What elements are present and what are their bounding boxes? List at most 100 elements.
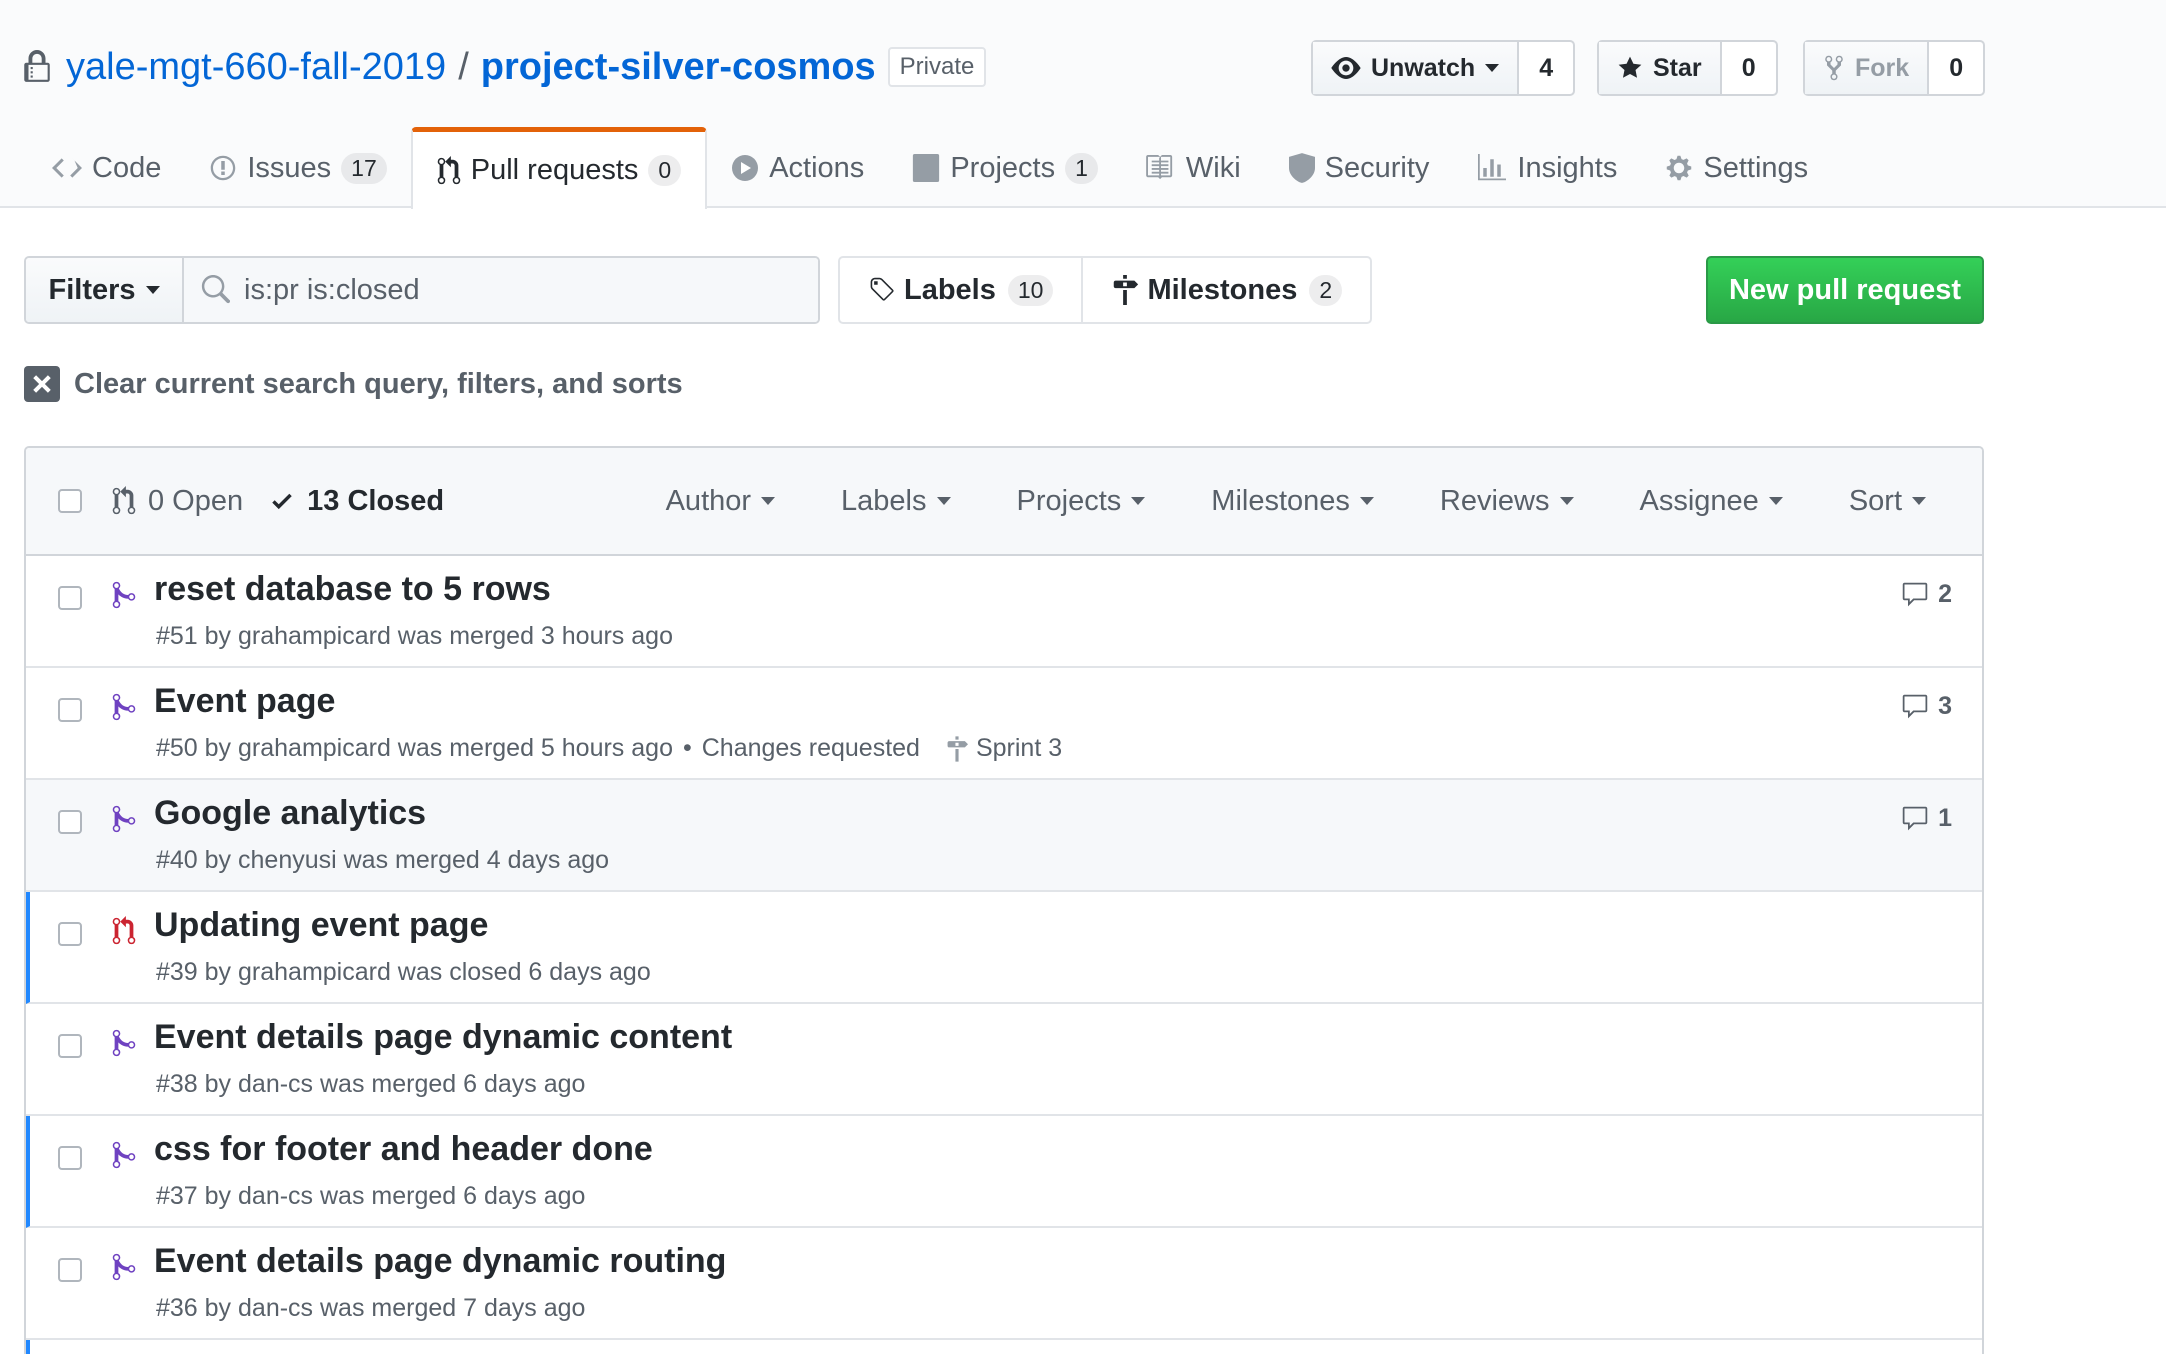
tab-settings[interactable]: Settings xyxy=(1641,128,1832,208)
watch-group: Unwatch 4 xyxy=(1311,40,1576,96)
filters-dropdown-button[interactable]: Filters xyxy=(26,258,184,322)
tab-security[interactable]: Security xyxy=(1265,128,1454,208)
pr-title-link[interactable]: Event details page dynamic content xyxy=(154,1018,732,1057)
row-checkbox[interactable] xyxy=(58,1258,82,1282)
review-status-link[interactable]: Changes requested xyxy=(702,734,920,763)
tab-actions-label: Actions xyxy=(769,151,865,184)
search-icon xyxy=(201,275,230,304)
table-row: Event details page dynamic routing #36 b… xyxy=(26,1228,1982,1340)
milestones-filter-dropdown[interactable]: Milestones xyxy=(1211,485,1374,518)
reviews-filter-dropdown[interactable]: Reviews xyxy=(1440,485,1574,518)
private-badge: Private xyxy=(887,47,987,87)
comment-icon xyxy=(1902,694,1928,718)
row-checkbox[interactable] xyxy=(58,1034,82,1058)
pr-meta-text: #51 by grahampicard was merged 3 hours a… xyxy=(156,622,673,650)
tab-settings-label: Settings xyxy=(1703,151,1809,184)
milestone-link[interactable]: Sprint 3 xyxy=(946,734,1062,763)
milestone-icon xyxy=(1114,275,1139,305)
search-field xyxy=(184,258,818,322)
code-icon xyxy=(52,158,82,178)
git-merge-icon xyxy=(112,805,136,833)
closed-filter-link[interactable]: 13 Closed xyxy=(269,485,444,518)
forks-count[interactable]: 0 xyxy=(1929,42,1983,94)
tab-issues[interactable]: Issues 17 xyxy=(185,128,410,208)
open-count-label: 0 Open xyxy=(148,484,244,517)
lock-icon xyxy=(24,50,50,82)
git-merge-icon xyxy=(112,1029,136,1057)
tab-pull-requests[interactable]: Pull requests 0 xyxy=(410,127,708,209)
fork-label: Fork xyxy=(1855,53,1910,82)
milestones-link[interactable]: Milestones 2 xyxy=(1081,258,1370,322)
tab-wiki[interactable]: Wiki xyxy=(1122,128,1265,208)
labels-milestones-group: Labels 10 Milestones 2 xyxy=(838,256,1373,324)
row-checkbox[interactable] xyxy=(58,586,82,610)
table-row: Google analytics #40 by chenyusi was mer… xyxy=(26,780,1982,892)
milestone-label: Sprint 3 xyxy=(975,734,1063,762)
search-input[interactable] xyxy=(244,273,804,307)
unwatch-button[interactable]: Unwatch xyxy=(1313,42,1520,94)
open-filter-link[interactable]: 0 Open xyxy=(112,485,243,518)
pr-meta: #50 by grahampicard was merged 5 hours a… xyxy=(156,734,1062,763)
row-checkbox[interactable] xyxy=(58,810,82,834)
star-label: Star xyxy=(1653,53,1702,82)
star-button[interactable]: Star xyxy=(1599,42,1722,94)
clear-query-link[interactable]: Clear current search query, filters, and… xyxy=(24,366,683,402)
play-icon xyxy=(732,155,759,181)
projects-filter-label: Projects xyxy=(1016,484,1122,517)
chevron-down-icon xyxy=(1485,64,1500,72)
shield-icon xyxy=(1288,153,1315,183)
tab-actions[interactable]: Actions xyxy=(707,128,888,208)
repo-forked-icon xyxy=(1825,55,1843,81)
labels-count-badge: 10 xyxy=(1007,274,1054,306)
gear-icon xyxy=(1667,155,1692,181)
author-filter-label: Author xyxy=(665,484,752,517)
chevron-down-icon xyxy=(1768,497,1783,505)
row-checkbox[interactable] xyxy=(58,698,82,722)
pr-title-link[interactable]: Updating event page xyxy=(154,906,488,945)
pr-title-link[interactable]: Event details page dynamic routing xyxy=(154,1242,726,1281)
comments-link[interactable]: 3 xyxy=(1900,692,1952,721)
row-checkbox[interactable] xyxy=(58,1146,82,1170)
comments-link[interactable]: 1 xyxy=(1900,804,1952,833)
git-pull-request-icon xyxy=(112,486,136,515)
comments-link[interactable]: 2 xyxy=(1900,580,1952,609)
table-row xyxy=(26,1340,1982,1354)
unwatch-label: Unwatch xyxy=(1371,53,1476,82)
labels-link[interactable]: Labels 10 xyxy=(840,258,1081,322)
labels-filter-label: Labels xyxy=(841,484,927,517)
star-icon xyxy=(1618,56,1642,78)
pr-title-link[interactable]: reset database to 5 rows xyxy=(154,570,551,609)
separator-dot: • xyxy=(682,734,692,762)
repo-name-link[interactable]: project-silver-cosmos xyxy=(481,46,876,89)
new-pull-request-button[interactable]: New pull request xyxy=(1706,256,1984,324)
fork-button[interactable]: Fork xyxy=(1805,42,1930,94)
projects-filter-dropdown[interactable]: Projects xyxy=(1017,485,1146,518)
tab-code[interactable]: Code xyxy=(28,128,185,208)
tab-projects[interactable]: Projects 1 xyxy=(888,128,1122,208)
assignee-filter-dropdown[interactable]: Assignee xyxy=(1640,485,1783,518)
clear-query-label: Clear current search query, filters, and… xyxy=(74,367,683,400)
issue-opened-icon xyxy=(211,155,236,181)
pr-title-link[interactable]: css for footer and header done xyxy=(154,1130,653,1169)
pulls-count-badge: 0 xyxy=(648,155,682,186)
author-filter-dropdown[interactable]: Author xyxy=(665,484,776,518)
labels-label: Labels xyxy=(904,273,996,306)
closed-count-label: 13 Closed xyxy=(307,484,445,517)
repo-owner-link[interactable]: yale-mgt-660-fall-2019 xyxy=(66,46,446,89)
comments-count: 1 xyxy=(1938,804,1952,832)
watchers-count[interactable]: 4 xyxy=(1519,42,1573,94)
pr-title-link[interactable]: Event page xyxy=(154,682,335,721)
row-checkbox[interactable] xyxy=(58,922,82,946)
milestone-icon xyxy=(947,735,968,762)
select-all-checkbox[interactable] xyxy=(58,489,82,513)
list-filters: Author Labels Projects Milestones Review… xyxy=(600,485,1926,518)
chevron-down-icon xyxy=(761,497,776,505)
comments-count: 2 xyxy=(1938,580,1952,608)
labels-filter-dropdown[interactable]: Labels xyxy=(841,484,951,518)
tab-insights[interactable]: Insights xyxy=(1453,128,1641,208)
comment-icon xyxy=(1902,582,1928,606)
stargazers-count[interactable]: 0 xyxy=(1722,42,1776,94)
repo-path-separator: / xyxy=(458,45,469,88)
pr-title-link[interactable]: Google analytics xyxy=(154,794,426,833)
sort-dropdown[interactable]: Sort xyxy=(1849,485,1926,518)
